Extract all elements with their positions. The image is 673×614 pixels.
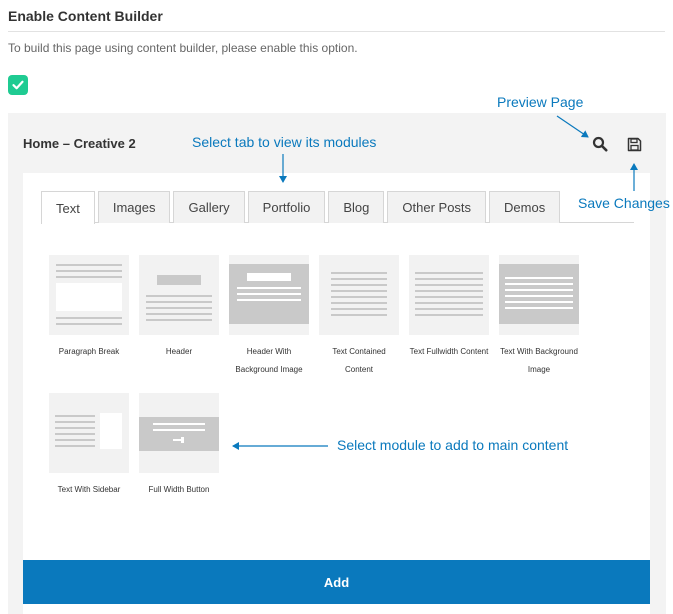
annotation-arrows (232, 115, 638, 450)
arrow-preview (556, 115, 589, 138)
